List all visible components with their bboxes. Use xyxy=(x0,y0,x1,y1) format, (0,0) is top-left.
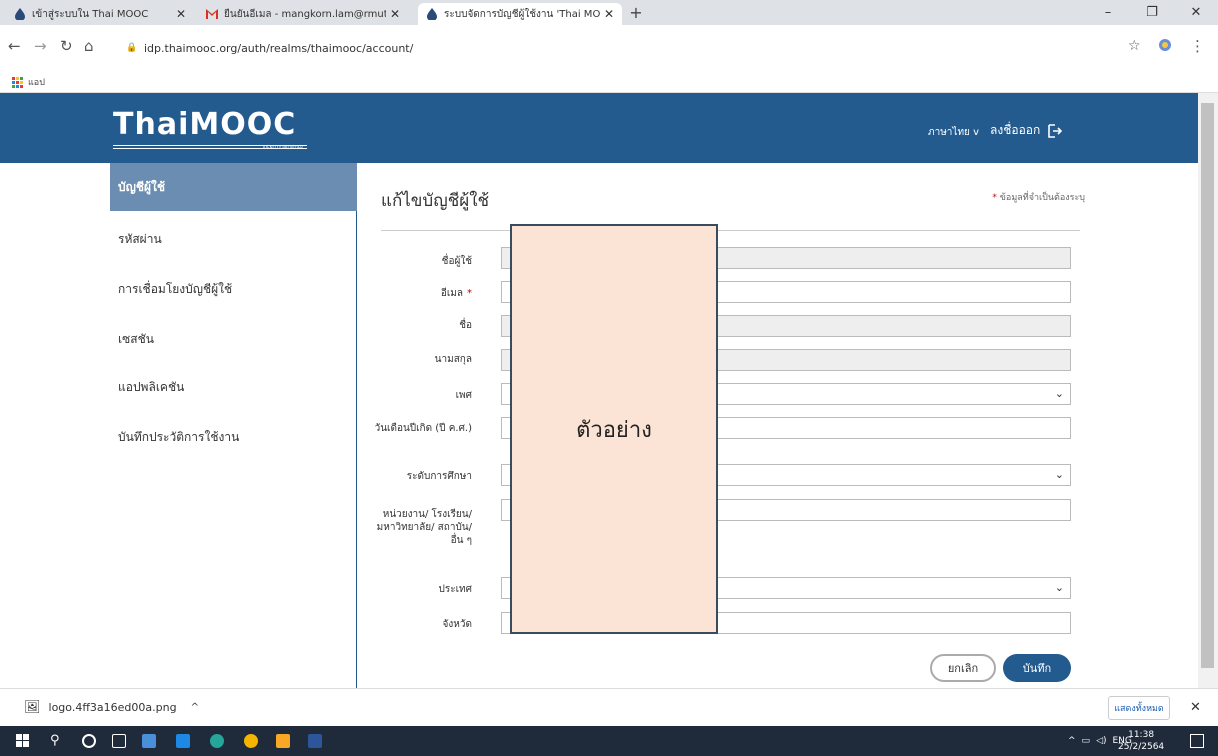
tab-title: เข้าสู่ระบบใน Thai MOOC xyxy=(32,8,149,20)
chevron-down-icon: ⌄ xyxy=(1054,468,1064,481)
lock-icon: 🔒 xyxy=(126,43,138,53)
scrollbar-thumb[interactable] xyxy=(1201,103,1214,668)
extension-icon[interactable] xyxy=(1158,38,1172,55)
search-icon[interactable]: ⚲ xyxy=(50,734,64,748)
browser-tab-strip: เข้าสู่ระบบใน Thai MOOC ✕ ยืนยันอีเมล - … xyxy=(0,0,1218,25)
image-file-icon: 🖼 xyxy=(24,700,41,715)
sidebar-item-password[interactable]: รหัสผ่าน xyxy=(110,215,357,263)
cortana-icon[interactable] xyxy=(82,734,96,748)
country-label: ประเทศ xyxy=(438,584,472,595)
url-text: idp.thaimooc.org/auth/realms/thaimooc/ac… xyxy=(144,41,414,55)
site-header: ThaiMOOC IDENTITY PROVIDER ภาษาไทย v ลงช… xyxy=(0,93,1198,163)
email-label: อีเมล * xyxy=(440,288,472,299)
minimize-button[interactable]: – xyxy=(1086,0,1130,25)
new-tab-button[interactable]: + xyxy=(626,3,646,23)
username-label: ชื่อผู้ใช้ xyxy=(441,256,472,267)
logout-link[interactable]: ลงชื่อออก xyxy=(990,121,1063,140)
show-all-button[interactable]: แสดงทั้งหมด xyxy=(1108,696,1170,720)
sidebar-item-linked-accounts[interactable]: การเชื่อมโยงบัญชีผู้ใช้ xyxy=(110,265,357,313)
tab-gmail[interactable]: ยืนยันอีเมล - mangkorn.lam@rmut ✕ xyxy=(198,3,408,25)
chevron-up-icon[interactable]: ^ xyxy=(1068,736,1076,746)
notification-icon[interactable] xyxy=(1190,734,1204,748)
tab-title: ยืนยันอีเมล - mangkorn.lam@rmut xyxy=(224,8,386,20)
sidebar-item-account[interactable]: บัญชีผู้ใช้ xyxy=(110,163,357,211)
tab-title: ระบบจัดการบัญชีผู้ใช้งาน 'Thai MOO xyxy=(444,8,600,20)
bookmarks-bar: แอป xyxy=(0,68,1218,93)
window-close-button[interactable]: ✕ xyxy=(1174,0,1218,25)
thaimooc-icon xyxy=(426,8,438,20)
download-item[interactable]: 🖼 logo.4ff3a16ed00a.png ^ xyxy=(24,700,199,715)
reload-icon[interactable]: ↻ xyxy=(60,39,73,54)
close-icon[interactable]: ✕ xyxy=(604,7,614,21)
firstname-label: ชื่อ xyxy=(459,320,472,331)
chrome-icon[interactable] xyxy=(244,734,258,748)
url-input[interactable]: 🔒 idp.thaimooc.org/auth/realms/thaimooc/… xyxy=(126,37,1091,59)
clock[interactable]: 11:38 25/2/2564 xyxy=(1118,729,1164,753)
cancel-button[interactable]: ยกเลิก xyxy=(930,654,996,682)
apps-bookmark[interactable]: แอป xyxy=(12,75,45,89)
organization-label: หน่วยงาน/ โรงเรียน/ มหาวิทยาลัย/ สถาบัน/… xyxy=(376,509,472,546)
divider xyxy=(381,230,1080,231)
forward-icon[interactable]: → xyxy=(34,39,47,54)
word-icon[interactable] xyxy=(308,734,322,748)
account-sidebar: บัญชีผู้ใช้ รหัสผ่าน การเชื่อมโยงบัญชีผู… xyxy=(0,163,357,688)
province-label: จังหวัด xyxy=(442,619,472,630)
maximize-button[interactable]: ❐ xyxy=(1130,0,1174,25)
required-note: * ข้อมูลที่จำเป็นต้องระบุ xyxy=(992,193,1085,203)
star-icon[interactable]: ☆ xyxy=(1128,39,1141,54)
mail-icon[interactable] xyxy=(176,734,190,748)
windows-start-icon[interactable] xyxy=(16,734,30,748)
back-icon[interactable]: ← xyxy=(8,39,21,54)
home-icon[interactable]: ⌂ xyxy=(84,39,94,54)
save-button[interactable]: บันทึก xyxy=(1003,654,1071,682)
lastname-label: นามสกุล xyxy=(434,354,472,365)
education-label: ระดับการศึกษา xyxy=(406,471,472,482)
sidebar-item-applications[interactable]: แอปพลิเคชัน xyxy=(110,363,357,411)
download-bar: 🖼 logo.4ff3a16ed00a.png ^ แสดงทั้งหมด ✕ xyxy=(0,688,1218,726)
volume-icon[interactable]: ◁) xyxy=(1096,736,1106,746)
chevron-down-icon: ⌄ xyxy=(1054,387,1064,400)
menu-icon[interactable]: ⋮ xyxy=(1190,39,1205,54)
chevron-up-icon[interactable]: ^ xyxy=(191,702,199,713)
logout-icon xyxy=(1048,123,1063,138)
address-bar-row: ← → ↻ ⌂ 🔒 idp.thaimooc.org/auth/realms/t… xyxy=(0,25,1218,68)
network-icon[interactable]: ▭ xyxy=(1082,736,1091,746)
task-view-icon[interactable] xyxy=(112,734,126,748)
file-explorer-icon[interactable] xyxy=(276,734,290,748)
tab-login[interactable]: เข้าสู่ระบบใน Thai MOOC ✕ xyxy=(6,3,194,25)
gmail-icon xyxy=(206,8,218,20)
thaimooc-icon xyxy=(14,8,26,20)
gender-label: เพศ xyxy=(455,390,472,401)
page-title: แก้ไขบัญชีผู้ใช้ xyxy=(381,191,490,211)
sidebar-item-log[interactable]: บันทึกประวัติการใช้งาน xyxy=(110,413,357,461)
store-icon[interactable] xyxy=(142,734,156,748)
close-icon[interactable]: ✕ xyxy=(176,7,186,21)
thaimooc-logo[interactable]: ThaiMOOC IDENTITY PROVIDER xyxy=(113,107,307,150)
close-icon[interactable]: ✕ xyxy=(1190,700,1201,715)
chevron-down-icon: ⌄ xyxy=(1054,581,1064,594)
apps-grid-icon xyxy=(12,76,23,88)
sidebar-item-sessions[interactable]: เซสชัน xyxy=(110,315,357,363)
birthdate-label: วันเดือนปีเกิด (ปี ค.ศ.) xyxy=(374,423,472,434)
scrollbar[interactable] xyxy=(1198,93,1218,688)
windows-taskbar: ⚲ ^ ▭ ◁) ENG 11:38 25/2/2564 xyxy=(0,726,1218,756)
logo-underline: IDENTITY PROVIDER xyxy=(113,145,307,150)
sample-overlay: ตัวอย่าง xyxy=(510,224,718,634)
language-selector[interactable]: ภาษาไทย v xyxy=(928,125,979,140)
edge-icon[interactable] xyxy=(210,734,224,748)
tab-account[interactable]: ระบบจัดการบัญชีผู้ใช้งาน 'Thai MOO ✕ xyxy=(418,3,622,25)
close-icon[interactable]: ✕ xyxy=(390,7,400,21)
